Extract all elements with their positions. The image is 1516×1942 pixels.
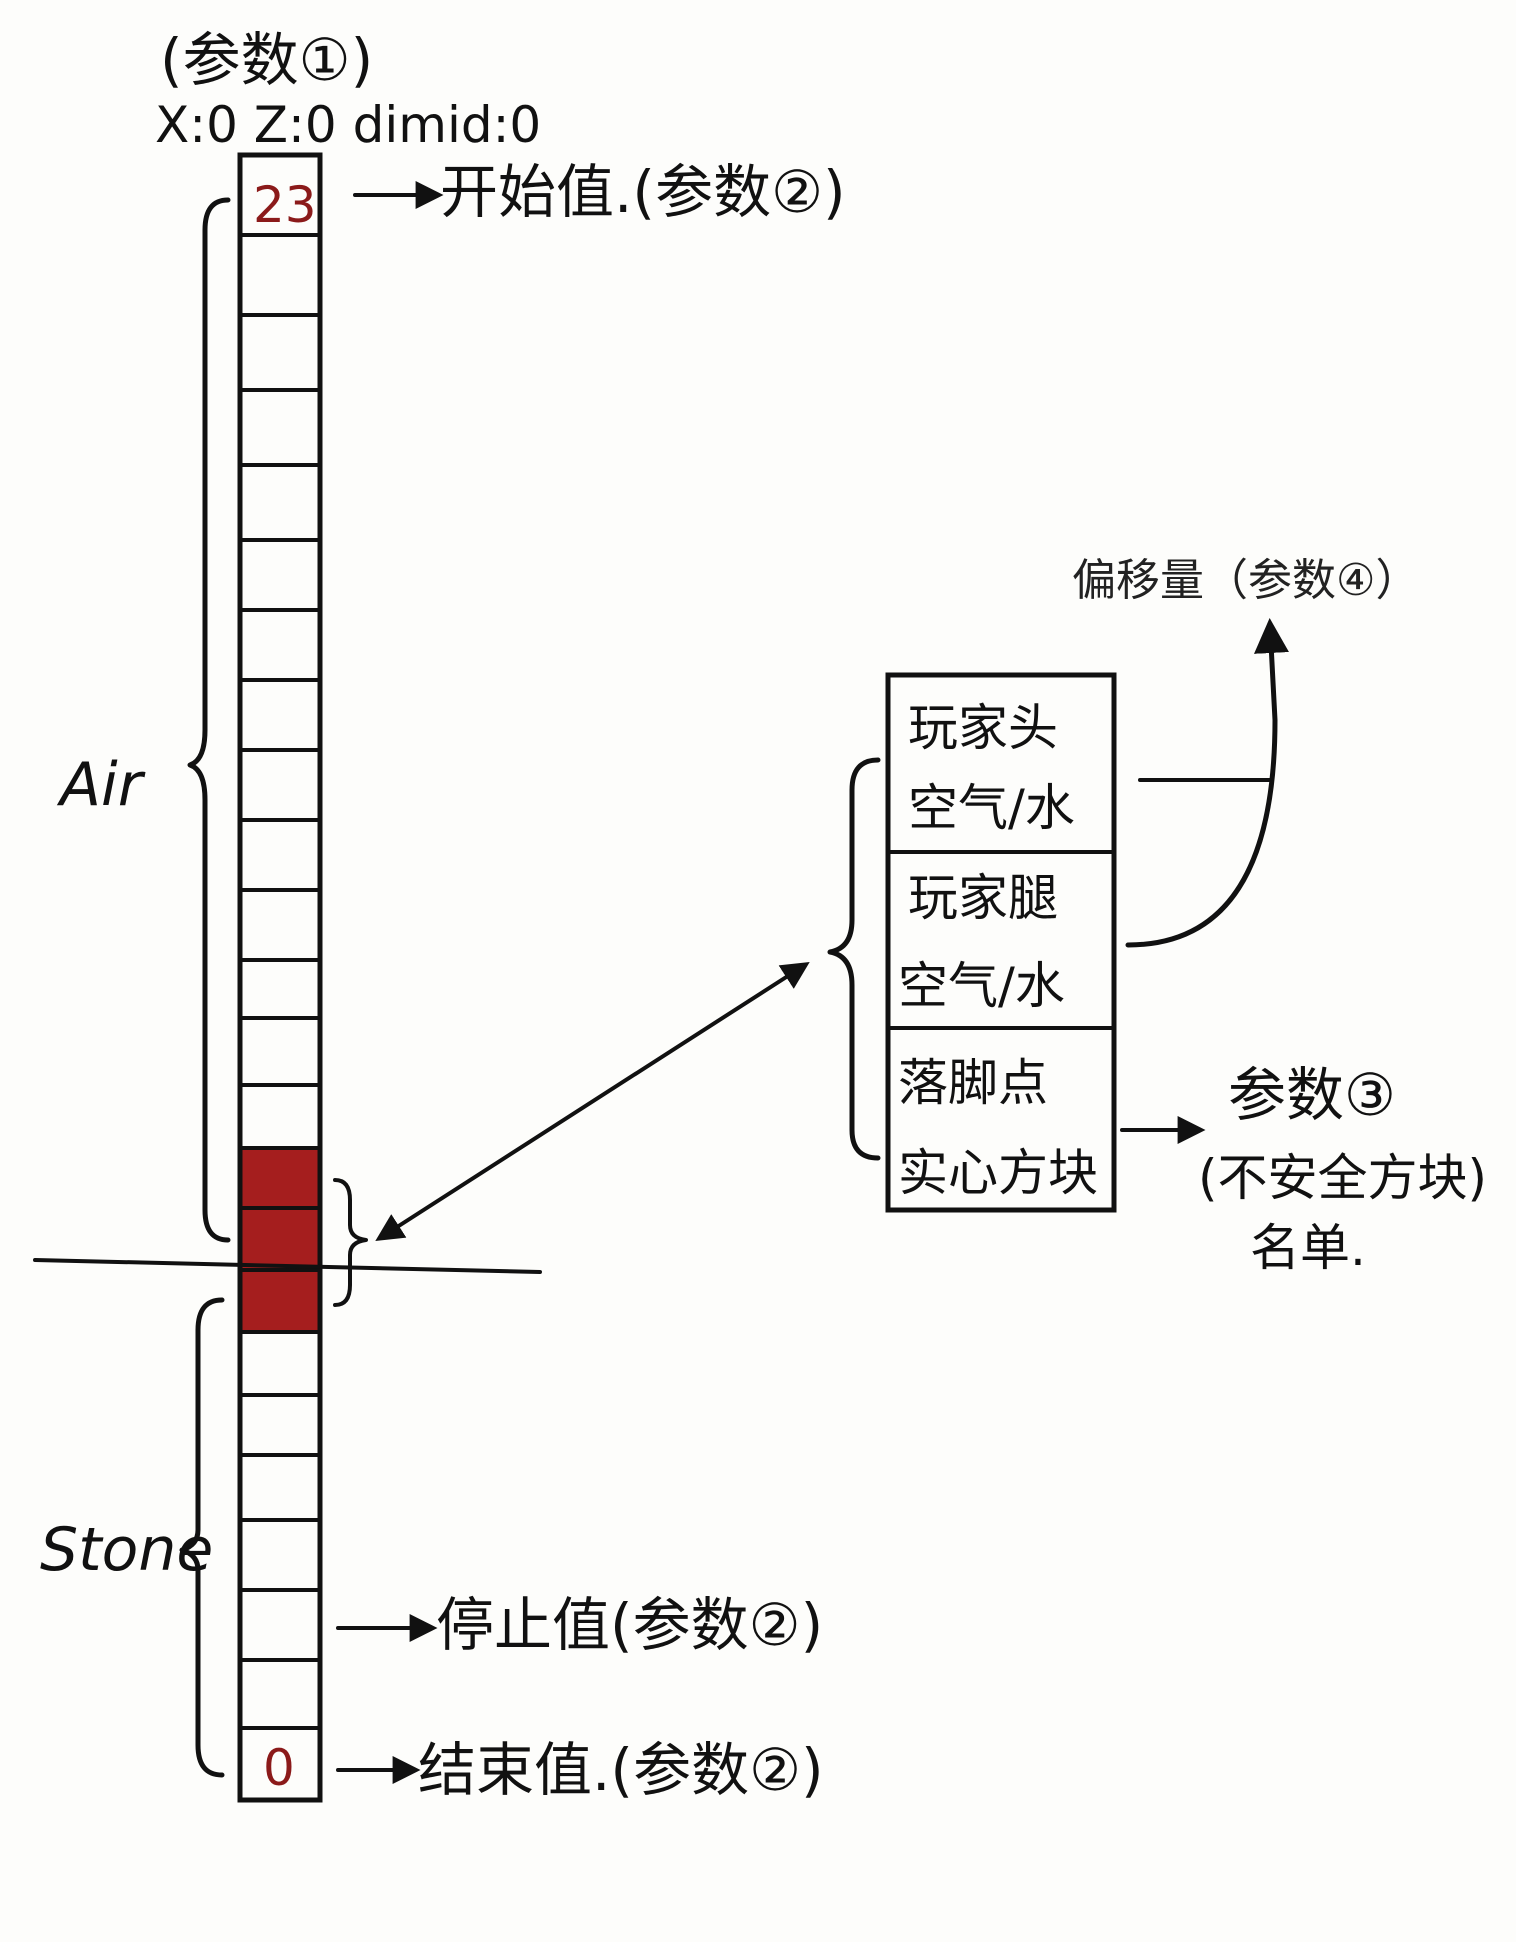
filled-block-3 — [240, 1270, 320, 1332]
player-legs-condition: 空气/水 — [898, 957, 1065, 1015]
filled-cells-brace — [333, 1178, 368, 1307]
top-cell-value: 23 — [253, 176, 317, 234]
stop-value-label: 停止值(参数②) — [436, 1591, 823, 1659]
offset-label: 偏移量（参数④） — [1072, 555, 1419, 606]
offset-curved-arrow — [1125, 618, 1289, 948]
bottom-cell-value: 0 — [263, 1739, 295, 1797]
air-brace — [187, 197, 231, 1243]
landing-point-condition: 实心方块 — [898, 1144, 1098, 1202]
filled-block-2 — [240, 1208, 320, 1270]
column-frame — [237, 152, 323, 1803]
cell-dividers — [240, 233, 320, 1730]
list-label: 名单. — [1250, 1219, 1366, 1277]
minecraft-safe-landing-diagram: (参数①) X:0 Z:0 dimid:0 23 0 Air Stone 开始值… — [33, 26, 1487, 1804]
unsafe-blocks-label: (不安全方块) — [1198, 1149, 1487, 1207]
link-double-arrow — [375, 961, 810, 1242]
check-box-brace — [827, 757, 881, 1161]
end-value-label: 结束值.(参数②) — [418, 1736, 824, 1804]
stone-label: Stone — [40, 1515, 213, 1585]
block-column — [237, 152, 323, 1803]
coordinates-label: X:0 Z:0 dimid:0 — [155, 96, 541, 154]
landing-point-label: 落脚点 — [898, 1054, 1048, 1112]
param1-label: (参数①) — [160, 26, 373, 94]
param3-label: 参数③ — [1228, 1061, 1396, 1129]
player-head-label: 玩家头 — [908, 699, 1058, 757]
filled-block-1 — [240, 1148, 320, 1208]
start-value-label: 开始值.(参数②) — [440, 158, 846, 226]
air-label: Air — [56, 750, 146, 820]
player-legs-label: 玩家腿 — [908, 869, 1058, 927]
player-head-condition: 空气/水 — [908, 779, 1075, 837]
